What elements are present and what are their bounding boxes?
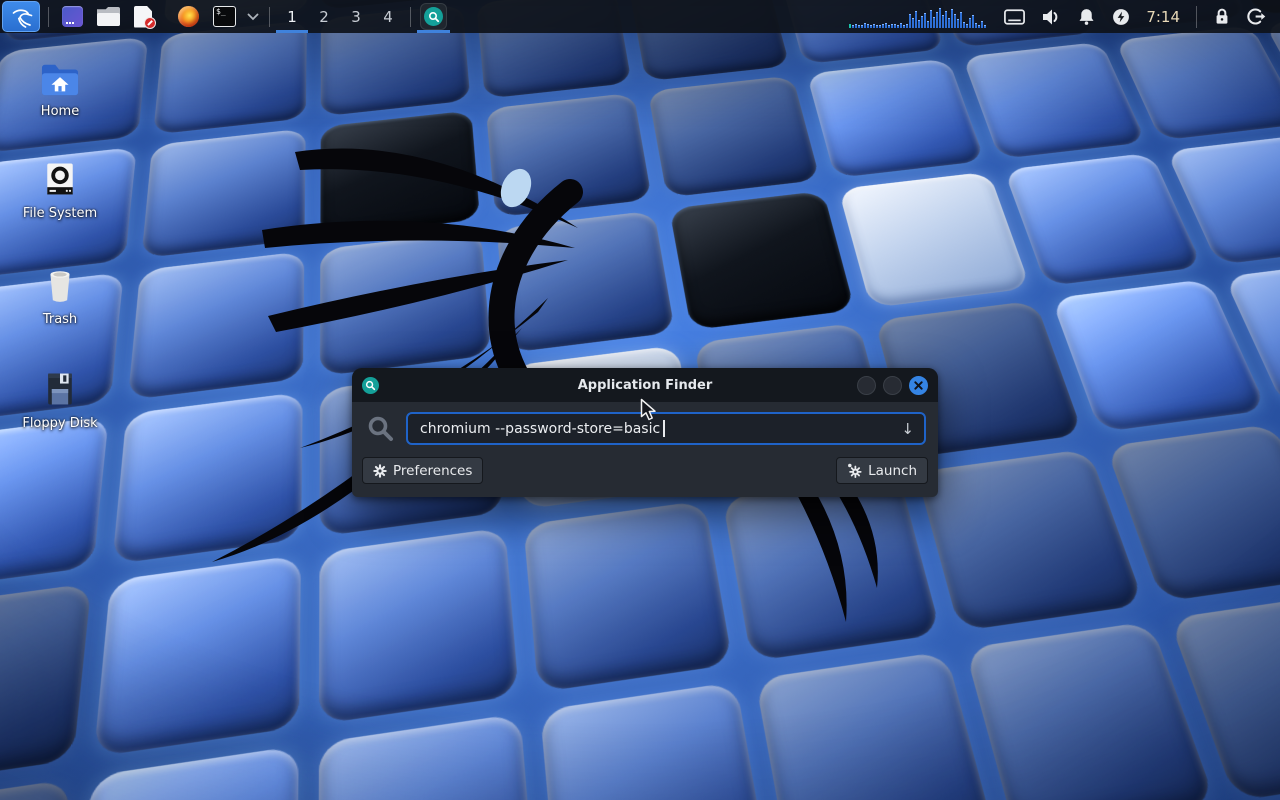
command-input[interactable]: chromium --password-store=basic ↓ <box>406 412 926 445</box>
desktop-icon-label: File System <box>23 206 97 221</box>
keyboard-indicator-button[interactable] <box>996 0 1033 33</box>
show-desktop-button[interactable] <box>55 0 90 33</box>
terminal-button[interactable]: $_ <box>206 0 243 33</box>
drive-icon <box>40 158 80 200</box>
workspace-button-2[interactable]: 2 <box>308 0 340 33</box>
firefox-icon <box>178 6 199 27</box>
desktop-icon-home[interactable]: Home <box>16 60 104 119</box>
search-icon <box>366 414 396 444</box>
workspace-switcher: 1 2 3 4 <box>276 0 404 33</box>
panel-separator <box>269 7 270 27</box>
power-manager-button[interactable] <box>1104 0 1138 33</box>
applications-menu-button[interactable] <box>2 1 40 32</box>
text-caret <box>663 420 665 437</box>
exit-circle-icon <box>1246 6 1267 27</box>
launch-button[interactable]: Launch <box>836 457 928 484</box>
kali-logo-icon <box>10 5 33 28</box>
appfinder-task-button[interactable] <box>417 0 450 33</box>
clock[interactable]: 7:14 <box>1138 8 1188 26</box>
lock-screen-button[interactable] <box>1205 0 1239 33</box>
folder-icon <box>97 7 120 26</box>
keyboard-icon <box>1003 7 1026 27</box>
padlock-icon <box>1212 6 1232 27</box>
close-icon <box>914 381 923 390</box>
panel-separator <box>1196 6 1197 28</box>
desktop-icon-label: Home <box>41 104 79 119</box>
minimize-button[interactable] <box>857 376 876 395</box>
preferences-label: Preferences <box>393 463 472 479</box>
window-title: Application Finder <box>352 378 938 393</box>
speaker-icon <box>1040 7 1062 27</box>
bell-icon <box>1076 6 1097 27</box>
launch-label: Launch <box>868 463 917 479</box>
top-panel: $_ 1 2 3 4 <box>0 0 1280 33</box>
panel-separator <box>48 7 49 27</box>
home-folder-icon <box>38 60 82 98</box>
preferences-button[interactable]: Preferences <box>362 457 483 484</box>
chevron-down-icon <box>247 13 259 21</box>
audio-visualizer <box>849 4 986 28</box>
panel-separator <box>410 7 411 27</box>
window-icon <box>62 6 83 27</box>
floppy-icon <box>40 368 80 410</box>
desktop-icon-file-system[interactable]: File System <box>16 158 104 221</box>
close-button[interactable] <box>909 376 928 395</box>
application-finder-window: Application Finder chromium --password-s… <box>352 368 938 497</box>
history-dropdown-icon[interactable]: ↓ <box>901 420 914 438</box>
launch-gear-icon <box>847 463 862 478</box>
terminal-dropdown-button[interactable] <box>243 0 263 33</box>
file-manager-button[interactable] <box>90 0 127 33</box>
text-editor-button[interactable] <box>127 0 171 33</box>
gear-icon <box>373 464 387 478</box>
desktop-icon-floppy-disk[interactable]: Floppy Disk <box>16 368 104 431</box>
web-browser-button[interactable] <box>171 0 206 33</box>
trash-icon <box>39 262 81 306</box>
desktop-icon-trash[interactable]: Trash <box>16 262 104 327</box>
workspace-button-1[interactable]: 1 <box>276 0 308 33</box>
logout-button[interactable] <box>1239 0 1274 33</box>
command-text: chromium --password-store=basic <box>420 421 660 437</box>
workspace-button-4[interactable]: 4 <box>372 0 404 33</box>
maximize-button[interactable] <box>883 376 902 395</box>
volume-button[interactable] <box>1033 0 1069 33</box>
power-bolt-icon <box>1111 7 1131 27</box>
titlebar[interactable]: Application Finder <box>352 368 938 402</box>
edit-badge-icon <box>144 17 156 29</box>
desktop-icon-label: Trash <box>43 312 77 327</box>
desktop-icon-label: Floppy Disk <box>22 416 97 431</box>
magnifier-teal-icon <box>424 7 443 26</box>
notifications-button[interactable] <box>1069 0 1104 33</box>
workspace-button-3[interactable]: 3 <box>340 0 372 33</box>
terminal-icon: $_ <box>213 6 236 27</box>
